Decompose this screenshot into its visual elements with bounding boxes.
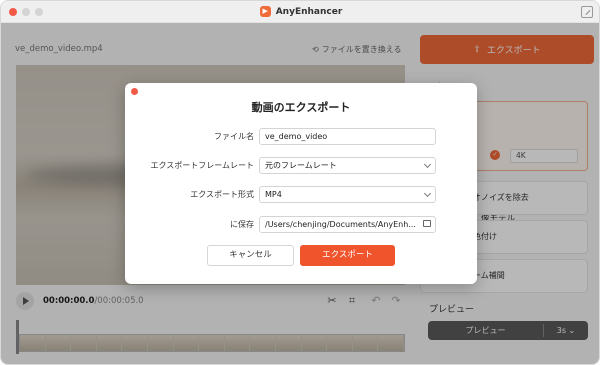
maximize-window-button[interactable] — [35, 8, 43, 16]
window-controls — [9, 8, 43, 16]
edit-icon[interactable] — [581, 6, 593, 18]
export-dialog: 動画のエクスポート ファイル名 ve_demo_video エクスポートフレーム… — [125, 83, 477, 284]
dialog-close-button[interactable] — [131, 88, 138, 95]
format-value: MP4 — [265, 190, 282, 199]
app-logo-icon: ▶ — [259, 6, 271, 17]
save-path: /Users/chenjing/Documents/AnyEnh... — [265, 220, 416, 229]
dialog-title: 動画のエクスポート — [251, 101, 351, 114]
framerate-label: エクスポートフレームレート — [150, 161, 254, 170]
save-location-label: に保存 — [230, 220, 254, 229]
filename-label: ファイル名 — [214, 132, 254, 141]
framerate-select[interactable]: 元のフレームレート — [259, 157, 436, 174]
format-select[interactable]: MP4 — [259, 186, 436, 203]
framerate-value: 元のフレームレート — [265, 161, 337, 170]
filename-input[interactable]: ve_demo_video — [259, 128, 436, 145]
app-title: ▶ AnyEnhancer — [259, 6, 343, 17]
app-title-text: AnyEnhancer — [275, 6, 343, 17]
chevron-down-icon — [423, 160, 432, 169]
cancel-button[interactable]: キャンセル — [207, 245, 294, 266]
save-location-field[interactable]: /Users/chenjing/Documents/AnyEnh... — [259, 216, 436, 233]
app-window: ▶ AnyEnhancer ve_demo_video.mp4 ⟲ ファイルを置… — [0, 0, 600, 365]
filename-value: ve_demo_video — [265, 132, 328, 141]
title-bar: ▶ AnyEnhancer — [1, 1, 599, 23]
minimize-window-button[interactable] — [22, 8, 30, 16]
close-window-button[interactable] — [9, 8, 17, 16]
folder-icon[interactable] — [423, 220, 431, 227]
format-label: エクスポート形式 — [190, 190, 254, 199]
export-button[interactable]: エクスポート — [300, 245, 395, 266]
chevron-down-icon — [423, 189, 432, 198]
